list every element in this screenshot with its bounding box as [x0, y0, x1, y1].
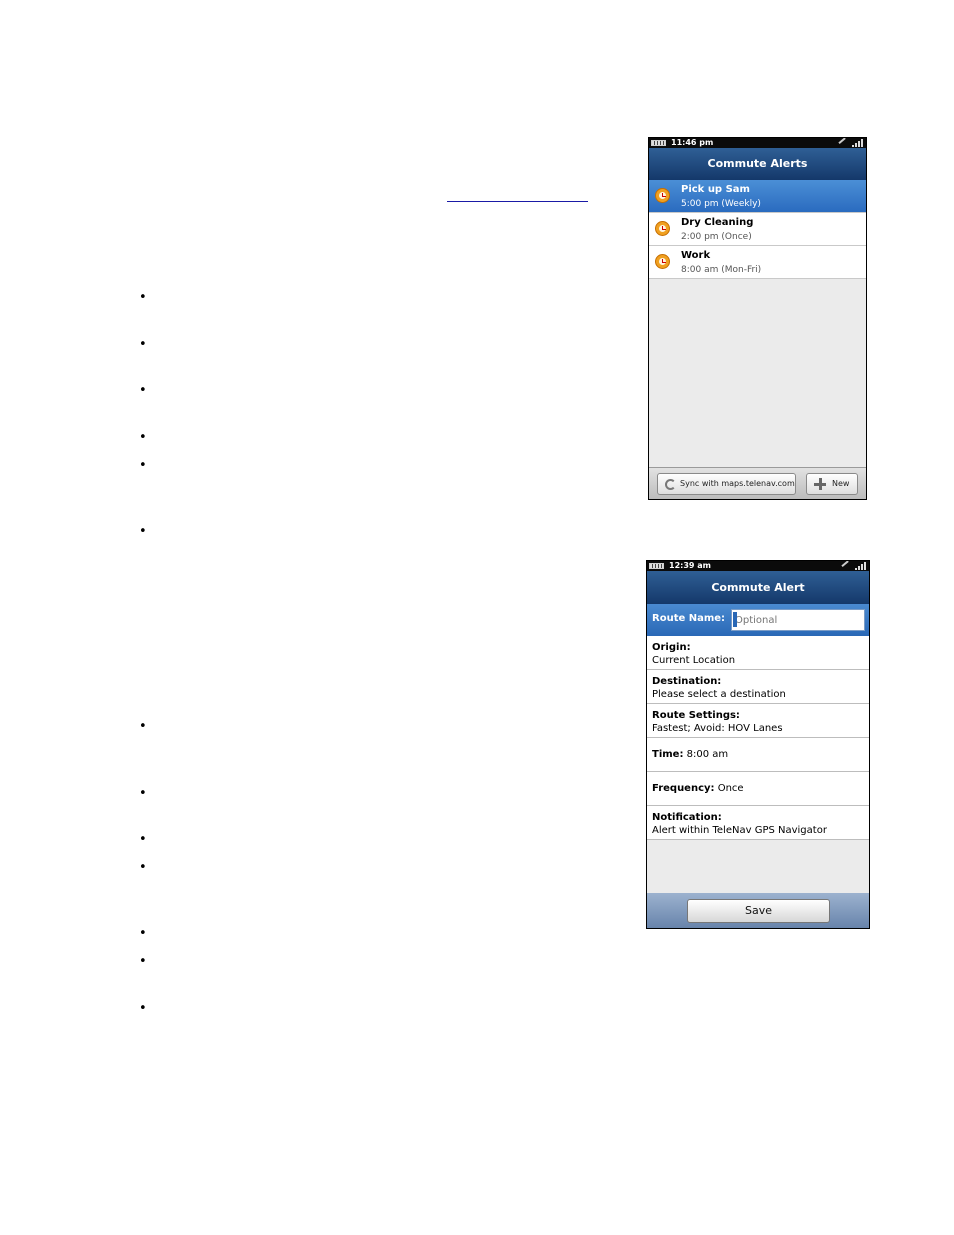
- new-alert-button[interactable]: New: [806, 473, 858, 495]
- route-name-label: Route Name:: [652, 613, 726, 624]
- bullet: •: [139, 1001, 147, 1016]
- bullet: •: [139, 337, 147, 352]
- commute-alerts-screen: 11:46 pm Commute Alerts Pick up Sam 5:00…: [648, 137, 867, 500]
- signal-strength-icon: [852, 139, 864, 147]
- bullet: •: [139, 954, 147, 969]
- frequency-value: Once: [717, 783, 744, 794]
- alert-title: Dry Cleaning: [681, 217, 754, 228]
- status-bar: 11:46 pm: [649, 138, 866, 149]
- route-settings-label: Route Settings:: [652, 710, 740, 721]
- time-field[interactable]: Time: 8:00 am: [647, 738, 869, 772]
- sync-button-label: Sync with maps.telenav.com: [680, 479, 795, 488]
- status-bar: 12:39 am: [647, 561, 869, 572]
- notification-label: Notification:: [652, 812, 722, 823]
- text-cursor: [733, 612, 737, 627]
- bullet: •: [139, 430, 147, 445]
- bullet: •: [139, 832, 147, 847]
- signal-arrow-icon: [838, 138, 850, 149]
- bottom-toolbar: Save: [647, 893, 869, 928]
- route-settings-field[interactable]: Route Settings: Fastest; Avoid: HOV Lane…: [647, 704, 869, 738]
- alert-schedule: 2:00 pm (Once): [681, 232, 752, 242]
- notification-field[interactable]: Notification: Alert within TeleNav GPS N…: [647, 806, 869, 840]
- bottom-toolbar: Sync with maps.telenav.com New: [649, 467, 866, 499]
- route-name-input[interactable]: [731, 609, 865, 631]
- destination-label: Destination:: [652, 676, 722, 687]
- destination-value: Please select a destination: [652, 689, 786, 700]
- battery-icon: [651, 140, 666, 146]
- frequency-field[interactable]: Frequency: Once: [647, 772, 869, 806]
- route-name-row: Route Name:: [647, 604, 869, 636]
- alarm-clock-icon: [655, 188, 670, 203]
- time-label: Time:: [652, 749, 684, 760]
- route-settings-value: Fastest; Avoid: HOV Lanes: [652, 723, 783, 734]
- origin-value: Current Location: [652, 655, 736, 666]
- save-button[interactable]: Save: [687, 899, 830, 923]
- signal-arrow-icon: [841, 561, 853, 572]
- alarm-clock-icon: [655, 254, 670, 269]
- commute-alert-form-screen: 12:39 am Commute Alert Route Name: Origi…: [646, 560, 870, 929]
- document-link[interactable]: [447, 186, 588, 202]
- bullet: •: [139, 860, 147, 875]
- sync-icon: [665, 479, 676, 490]
- notification-value: Alert within TeleNav GPS Navigator: [652, 825, 827, 836]
- status-time: 11:46 pm: [671, 138, 714, 147]
- destination-field[interactable]: Destination: Please select a destination: [647, 670, 869, 704]
- bullet: •: [139, 383, 147, 398]
- signal-strength-icon: [855, 562, 867, 570]
- bullet: •: [139, 926, 147, 941]
- plus-icon: [814, 478, 826, 490]
- alert-title: Work: [681, 250, 711, 261]
- bullet: •: [139, 458, 147, 473]
- bullet: •: [139, 290, 147, 305]
- alert-schedule: 5:00 pm (Weekly): [681, 199, 761, 209]
- origin-label: Origin:: [652, 642, 691, 653]
- bullet: •: [139, 524, 147, 539]
- alert-schedule: 8:00 am (Mon-Fri): [681, 265, 762, 275]
- alert-title: Pick up Sam: [681, 184, 750, 195]
- time-value: 8:00 am: [686, 749, 729, 760]
- sync-button[interactable]: Sync with maps.telenav.com: [657, 473, 796, 495]
- bullet: •: [139, 786, 147, 801]
- frequency-label: Frequency:: [652, 783, 715, 794]
- bullet: •: [139, 719, 147, 734]
- alarm-clock-icon: [655, 221, 670, 236]
- origin-field[interactable]: Origin: Current Location: [647, 636, 869, 670]
- alert-row-pick-up-sam[interactable]: Pick up Sam 5:00 pm (Weekly): [649, 180, 866, 213]
- screen-title: Commute Alerts: [649, 148, 866, 180]
- alert-row-dry-cleaning[interactable]: Dry Cleaning 2:00 pm (Once): [649, 213, 866, 246]
- screen-title: Commute Alert: [647, 571, 869, 604]
- battery-icon: [649, 563, 664, 569]
- alert-row-work[interactable]: Work 8:00 am (Mon-Fri): [649, 246, 866, 279]
- status-time: 12:39 am: [669, 561, 711, 570]
- new-button-label: New: [832, 479, 850, 488]
